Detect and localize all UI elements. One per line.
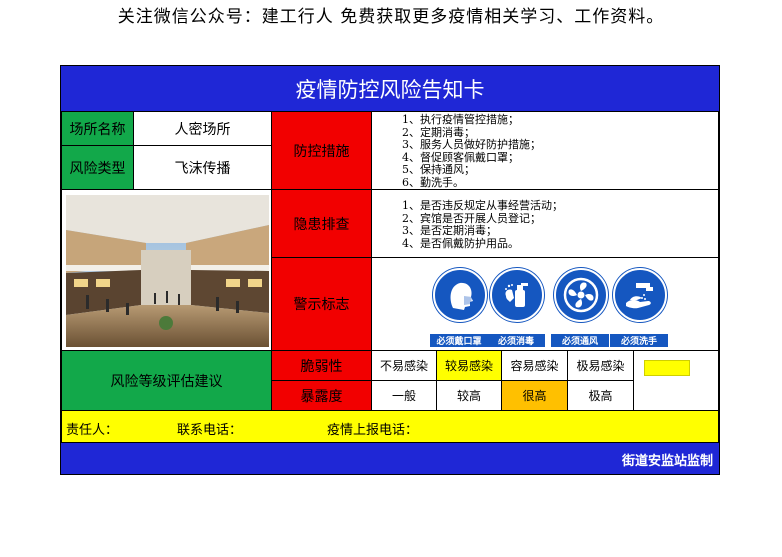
sign-label: 必须戴口罩 — [430, 334, 488, 347]
mall-interior-image — [66, 195, 269, 347]
report-phone-label: 疫情上报电话： — [327, 423, 419, 438]
sign-ventilate: 必须通风 — [551, 268, 609, 347]
hazard-list: 1、是否违反规定从事经营活动； 2、宾馆是否开展人员登记； 3、是否定期消毒； … — [371, 189, 719, 258]
disinfect-spray-icon — [505, 283, 528, 307]
measure-item: 3、服务人员做好防护措施； — [402, 138, 541, 151]
measure-item: 6、勤洗手。 — [402, 175, 464, 189]
sign-mask: 必须戴口罩 — [430, 268, 488, 347]
level-indicator-cell — [633, 350, 719, 411]
responsible-label: 责任人： — [66, 423, 119, 438]
warning-signs-panel: 必须戴口罩 必须消毒 必须通风 必须洗手 — [371, 257, 719, 351]
vulnerability-level-4: 极易感染 — [567, 350, 634, 381]
hazard-label: 隐患排查 — [271, 189, 372, 258]
risk-type-label: 风险类型 — [61, 145, 134, 190]
venue-photo-cell — [61, 189, 272, 351]
measure-item: 1、执行疫情管控措施； — [402, 113, 519, 126]
vulnerability-label: 脆弱性 — [271, 350, 372, 381]
vulnerability-level-3: 容易感染 — [501, 350, 568, 381]
place-value: 人密场所 — [133, 111, 272, 146]
vulnerability-level-2: 较易感染 — [436, 350, 502, 381]
place-label: 场所名称 — [61, 111, 134, 146]
exposure-level-4: 极高 — [567, 380, 634, 411]
fan-ventilation-icon — [563, 277, 599, 313]
vulnerability-level-1: 不易感染 — [371, 350, 437, 381]
level-indicator-swatch — [644, 360, 690, 376]
sign-disinfect: 必须消毒 — [487, 268, 545, 347]
risk-type-value: 飞沫传播 — [133, 145, 272, 190]
measures-label: 防控措施 — [271, 111, 372, 190]
promo-banner: 关注微信公众号：建工行人 免费获取更多疫情相关学习、工作资料。 — [117, 7, 665, 27]
exposure-label: 暴露度 — [271, 380, 372, 411]
assessment-label: 风险等级评估建议 — [61, 350, 272, 411]
hazard-item: 3、是否定期消毒； — [402, 224, 497, 237]
sign-label: 必须消毒 — [487, 334, 545, 347]
supervision-text: 街道安监站监制 — [621, 454, 713, 469]
exposure-level-2: 较高 — [436, 380, 502, 411]
contact-bar: 责任人： 联系电话： 疫情上报电话： — [61, 410, 719, 443]
measures-list: 1、执行疫情管控措施； 2、定期消毒； 3、服务人员做好防护措施； 4、督促顾客… — [371, 111, 719, 190]
exposure-level-3: 很高 — [501, 380, 568, 411]
card-title: 疫情防控风险告知卡 — [61, 66, 719, 111]
measure-item: 5、保持通风； — [402, 163, 475, 176]
hand-wash-icon — [626, 283, 653, 309]
hazard-item: 4、是否佩戴防护用品。 — [402, 236, 519, 250]
exposure-level-1: 一般 — [371, 380, 437, 411]
warning-label: 警示标志 — [271, 257, 372, 351]
sign-label: 必须通风 — [551, 334, 609, 347]
risk-notice-card: 疫情防控风险告知卡 场所名称 人密场所 风险类型 飞沫传播 防控措施 隐患排查 … — [60, 65, 720, 475]
hazard-item: 1、是否违反规定从事经营活动； — [402, 199, 563, 212]
phone-label: 联系电话： — [177, 423, 243, 438]
mask-head-icon — [450, 282, 473, 310]
sign-label: 必须洗手 — [610, 334, 668, 347]
supervision-bar: 街道安监站监制 — [61, 443, 719, 474]
sign-handwash: 必须洗手 — [610, 268, 668, 347]
